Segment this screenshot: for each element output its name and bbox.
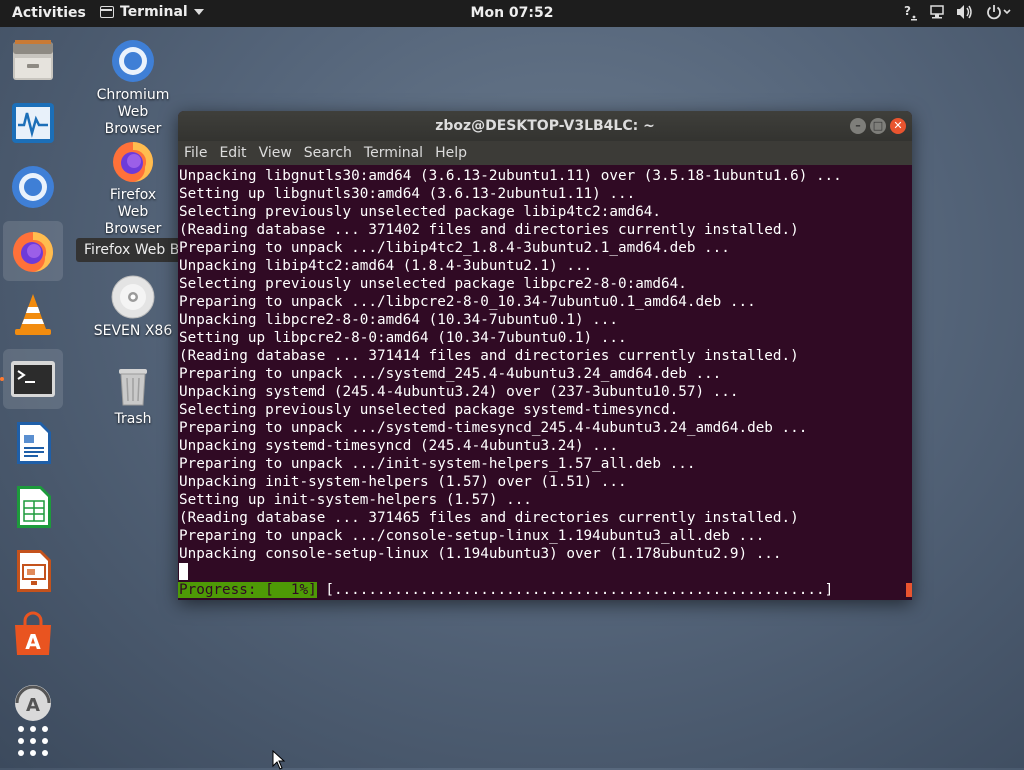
window-title: zboz@DESKTOP-V3LB4LC: ~ [435,118,655,134]
terminal-line: Preparing to unpack .../libip4tc2_1.8.4-… [179,240,730,256]
progress-row: Progress: [ 1%] [.......................… [178,581,912,599]
volume-icon[interactable] [956,4,974,20]
network-icon[interactable] [930,4,944,20]
svg-text:A: A [25,630,41,654]
terminal-lines: Unpacking libgnutls30:amd64 (3.6.13-2ubu… [178,167,912,563]
progress-label: Progress: [ 1%] [178,582,317,598]
svg-text:?: ? [904,4,911,18]
dock-item-chromium[interactable] [3,157,63,217]
accessibility-icon[interactable]: ? [904,3,918,21]
close-button[interactable]: ✕ [890,118,906,134]
terminal-line: Unpacking libpcre2-8-0:amd64 (10.34-7ubu… [179,312,618,328]
desktop-icon-trash[interactable]: Trash [83,361,183,428]
terminal-line: Unpacking libgnutls30:amd64 (3.6.13-2ubu… [179,168,842,184]
system-monitor-icon [12,103,54,143]
terminal-line: (Reading database ... 371414 files and d… [179,348,799,364]
vlc-icon [15,294,51,335]
chromium-icon [12,166,54,208]
terminal-line: Preparing to unpack .../libpcre2-8-0_10.… [179,294,756,310]
software-icon: A [15,611,51,655]
terminal-line: Preparing to unpack .../systemd-timesync… [179,420,808,436]
progress-bar: [.......................................… [316,582,842,598]
dock-item-files[interactable] [3,30,63,90]
terminal-line: Unpacking init-system-helpers (1.57) ove… [179,474,627,490]
menu-help[interactable]: Help [429,145,473,161]
desktop-icon-label: Trash [114,411,152,427]
power-icon[interactable] [986,4,1012,20]
terminal-line: Unpacking systemd-timesyncd (245.4-4ubun… [179,438,618,454]
maximize-icon: □ [872,119,884,132]
terminal-menubar: File Edit View Search Terminal Help [178,141,912,165]
text-cursor [179,563,188,580]
menu-search[interactable]: Search [298,145,358,161]
chevron-down-icon [193,4,204,20]
progress-end-marker [906,583,912,597]
terminal-line: Selecting previously unselected package … [179,204,662,220]
trash-icon [119,369,147,406]
terminal-line: Setting up libpcre2-8-0:amd64 (10.34-7ub… [179,330,627,346]
menu-view[interactable]: View [253,145,298,161]
menu-file[interactable]: File [178,145,213,161]
calc-icon [17,486,51,528]
terminal-line: (Reading database ... 371465 files and d… [179,510,799,526]
terminal-icon [11,361,55,397]
writer-icon [17,422,51,464]
mouse-pointer-icon [272,750,286,770]
minimize-button[interactable]: – [850,118,866,134]
app-menu-button[interactable]: Terminal [100,4,204,20]
firefox-icon [113,142,153,182]
top-bar: Activities Terminal Mon 07:52 ? [0,0,1024,27]
clock[interactable]: Mon 07:52 [471,5,554,21]
menu-terminal[interactable]: Terminal [358,145,429,161]
dock-item-software[interactable]: A [3,605,63,665]
terminal-line: (Reading database ... 371402 files and d… [179,222,799,238]
terminal-output[interactable]: Unpacking libgnutls30:amd64 (3.6.13-2ubu… [178,167,912,600]
desktop-icon-seven-x86[interactable]: SEVEN X86 [83,273,183,340]
terminal-line: Setting up libgnutls30:amd64 (3.6.13-2ub… [179,186,636,202]
minimize-icon: – [855,119,861,132]
system-tray[interactable]: ? [904,3,1012,21]
terminal-line: Selecting previously unselected package … [179,276,687,292]
terminal-line: Preparing to unpack .../init-system-help… [179,456,696,472]
terminal-line: Unpacking libip4tc2:amd64 (1.8.4-3ubuntu… [179,258,593,274]
terminal-line: Preparing to unpack .../console-setup-li… [179,528,765,544]
dock-item-writer[interactable] [3,413,63,473]
dock-item-terminal[interactable] [3,349,63,409]
dock-item-firefox[interactable] [3,221,63,281]
activities-button[interactable]: Activities [12,5,86,21]
terminal-line: Unpacking console-setup-linux (1.194ubun… [179,546,782,562]
impress-icon [17,550,51,592]
terminal-line: Selecting previously unselected package … [179,402,679,418]
terminal-window[interactable]: zboz@DESKTOP-V3LB4LC: ~ – □ ✕ File Edit … [178,111,912,600]
dock-item-calc[interactable] [3,477,63,537]
app-menu-label: Terminal [120,4,188,20]
chromium-icon [112,40,154,82]
dock: A A [0,27,66,768]
desktop-icon-label: Firefox Web Browser [104,187,162,237]
desktop-icon-label: Chromium Web Browser [96,87,170,137]
show-applications-button[interactable] [3,709,63,769]
maximize-button[interactable]: □ [870,118,886,134]
desktop-icon-firefox[interactable]: Firefox Web Browser [83,137,183,238]
terminal-line: Setting up init-system-helpers (1.57) ..… [179,492,532,508]
dock-item-system-monitor[interactable] [3,93,63,153]
dock-item-impress[interactable] [3,541,63,601]
terminal-icon [100,6,114,18]
terminal-line: Preparing to unpack .../systemd_245.4-4u… [179,366,722,382]
close-icon: ✕ [893,119,903,132]
window-titlebar[interactable]: zboz@DESKTOP-V3LB4LC: ~ – □ ✕ [178,111,912,141]
running-indicator [0,377,4,381]
desktop-icon-chromium[interactable]: Chromium Web Browser [83,37,183,138]
files-icon [13,40,53,80]
menu-edit[interactable]: Edit [213,145,252,161]
firefox-icon [13,232,53,272]
app-grid-icon [18,726,48,756]
desktop-icon-label: SEVEN X86 [93,323,173,339]
disc-icon [111,275,155,319]
dock-item-vlc[interactable] [3,285,63,345]
terminal-line: Unpacking systemd (245.4-4ubuntu3.24) ov… [179,384,739,400]
